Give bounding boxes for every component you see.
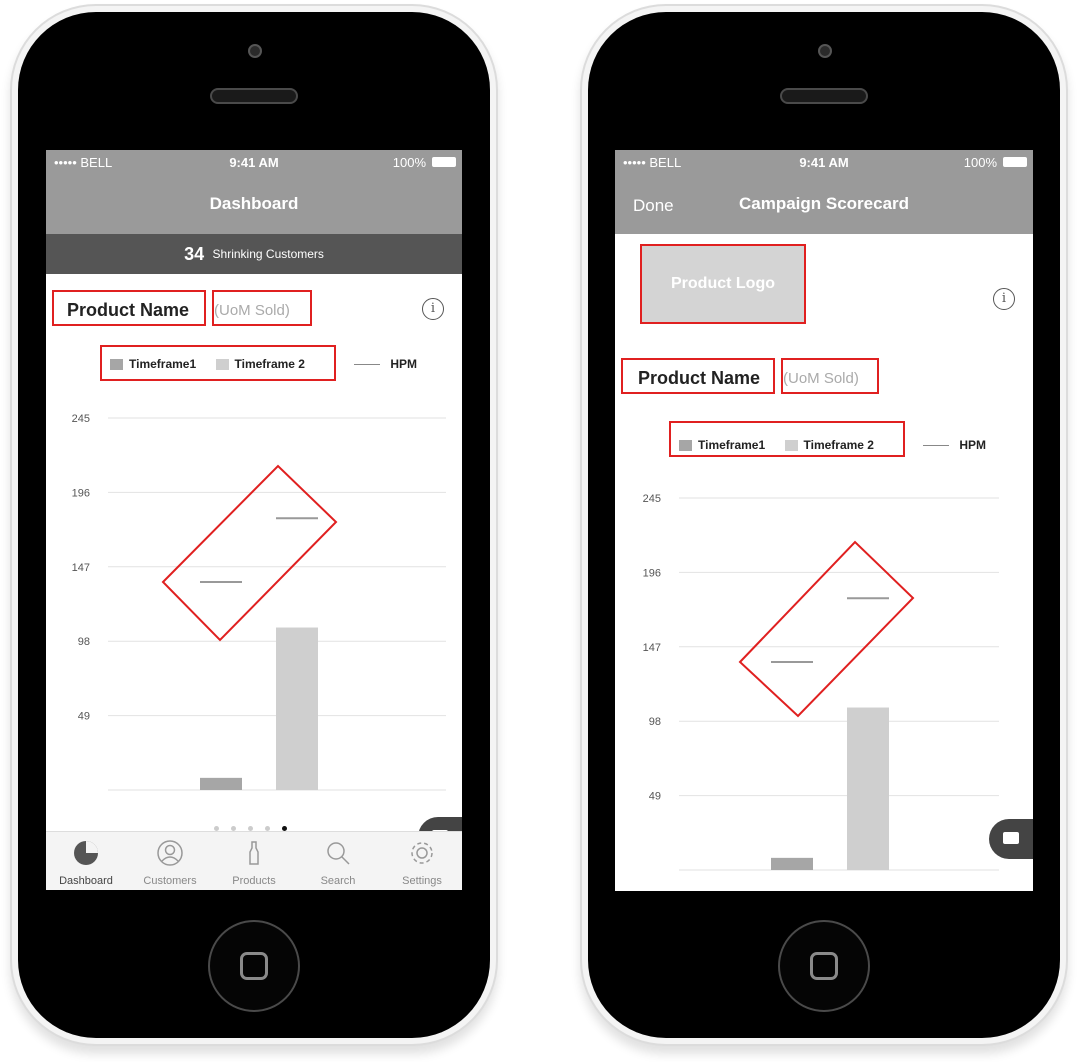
info-icon[interactable]: i	[993, 288, 1015, 310]
battery-percent: 100%	[963, 155, 997, 170]
status-bar: ••••• BELL 9:41 AM 100%	[46, 150, 462, 174]
chat-button[interactable]	[989, 819, 1033, 859]
screen-campaign-scorecard: ••••• BELL 9:41 AM 100% Done Campaign Sc…	[615, 150, 1033, 891]
hpm-line-swatch	[354, 364, 381, 366]
tab-label: Dashboard	[59, 875, 113, 887]
bar-chart: 245 196 147 98 49	[72, 413, 446, 791]
earpiece-speaker	[780, 88, 868, 104]
page-title: Campaign Scorecard	[738, 194, 910, 213]
tab-dashboard[interactable]: Dashboard	[56, 840, 116, 887]
shrinking-label: Shrinking Customers	[212, 247, 324, 261]
y-tick-label: 196	[72, 487, 90, 499]
annotation-box-legend	[669, 421, 905, 457]
y-tick-label: 196	[643, 567, 661, 579]
earpiece-speaker	[210, 88, 298, 104]
info-icon[interactable]: i	[422, 298, 444, 320]
bar-timeframe1	[200, 777, 242, 790]
pie-chart-icon	[74, 841, 98, 865]
user-icon	[157, 840, 183, 866]
home-button[interactable]	[778, 920, 870, 1012]
gear-icon	[411, 842, 433, 864]
tab-bar: Dashboard Customers Products Search Sett…	[46, 831, 462, 890]
battery-percent: 100%	[392, 155, 426, 170]
battery-icon	[1003, 157, 1027, 167]
bar-timeframe2	[276, 627, 318, 790]
tab-label: Settings	[402, 875, 442, 887]
tab-settings[interactable]: Settings	[392, 840, 452, 887]
annotation-box-legend	[100, 345, 336, 381]
chat-icon	[1003, 832, 1019, 844]
front-camera	[248, 44, 262, 58]
y-tick-label: 245	[72, 413, 90, 425]
annotation-box-product-name	[52, 290, 206, 326]
screen-dashboard: ••••• BELL 9:41 AM 100% Dashboard 34 Shr…	[46, 150, 462, 890]
bar-chart: 245 196 147 98 49	[643, 493, 999, 871]
home-square-icon	[240, 952, 268, 980]
hpm-line-swatch	[923, 445, 950, 447]
y-tick-label: 147	[643, 642, 661, 654]
annotation-box-uom	[781, 358, 879, 394]
shrinking-count: 34	[184, 244, 205, 264]
y-tick-label: 49	[78, 711, 90, 723]
y-tick-label: 49	[649, 791, 661, 803]
annotation-box-product-name	[621, 358, 775, 394]
bar-timeframe1	[771, 857, 813, 870]
tab-search[interactable]: Search	[308, 840, 368, 887]
y-tick-label: 98	[649, 716, 661, 728]
shrinking-customers-banner[interactable]: 34 Shrinking Customers	[46, 234, 462, 274]
annotation-box-hpm	[738, 540, 915, 718]
home-button[interactable]	[208, 920, 300, 1012]
legend-hpm: HPM	[959, 438, 986, 452]
tab-label: Search	[320, 875, 356, 887]
y-tick-label: 98	[78, 636, 90, 648]
annotation-box-uom	[212, 290, 312, 326]
battery-icon	[432, 157, 456, 167]
status-bar: ••••• BELL 9:41 AM 100%	[615, 150, 1033, 174]
bar-timeframe2	[847, 707, 889, 870]
tab-label: Customers	[143, 875, 197, 887]
bottle-icon	[249, 841, 259, 865]
legend-hpm: HPM	[390, 357, 417, 371]
search-icon	[327, 842, 350, 865]
nav-bar: Dashboard	[46, 174, 462, 234]
y-tick-label: 147	[72, 562, 90, 574]
annotation-box-logo	[640, 244, 806, 324]
tab-products[interactable]: Products	[224, 840, 284, 887]
phone-frame-left: ••••• BELL 9:41 AM 100% Dashboard 34 Shr…	[18, 12, 490, 1038]
nav-bar: Done Campaign Scorecard	[615, 174, 1033, 234]
phone-frame-right: ••••• BELL 9:41 AM 100% Done Campaign Sc…	[588, 12, 1060, 1038]
tab-customers[interactable]: Customers	[140, 840, 200, 887]
front-camera	[818, 44, 832, 58]
home-square-icon	[810, 952, 838, 980]
y-tick-label: 245	[643, 493, 661, 505]
tab-label: Products	[232, 875, 276, 887]
page-title: Dashboard	[209, 194, 299, 213]
